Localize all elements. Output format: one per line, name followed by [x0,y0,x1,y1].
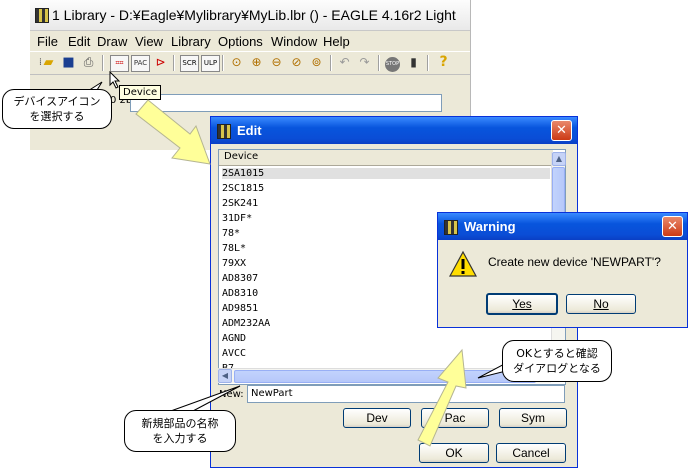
script-icon[interactable]: SCR [180,55,199,72]
callout-line: 新規部品の名称 [141,417,219,430]
warning-dialog: Warning ✕ Create new device 'NEWPART'? Y… [437,212,688,328]
horizontal-scroll-thumb[interactable] [234,370,536,383]
ok-button[interactable]: OK [419,443,489,463]
eagle-app-icon [444,220,458,235]
menu-view[interactable]: View [135,34,163,49]
callout-device-icon: デバイスアイコン を選択する [2,89,112,129]
mouse-cursor-icon [109,71,121,89]
callout-line: を選択する [29,110,85,123]
callout-line: ダイアログとなる [513,362,601,375]
yes-button[interactable]: Yes [486,293,558,315]
undo-icon[interactable]: ↶ [336,54,353,71]
cancel-button[interactable]: Cancel [496,443,566,463]
new-name-value: NewPart [251,388,293,399]
list-item[interactable]: AGND [222,333,246,344]
scroll-up-icon[interactable]: ▲ [552,152,566,166]
warning-triangle-icon [449,250,477,277]
symbol-icon[interactable]: ⊳ [152,54,169,71]
callout-ok-confirm: OKとすると確認 ダイアログとなる [502,340,612,382]
list-item[interactable]: ADM232AA [222,318,270,329]
redo-icon[interactable]: ↷ [356,54,373,71]
main-window-title: 1 Library - D:¥Eagle¥Mylibrary¥MyLib.lbr… [52,7,456,23]
menu-draw[interactable]: Draw [97,34,127,49]
new-name-input[interactable]: NewPart [247,385,565,403]
no-button[interactable]: No [566,294,636,314]
menu-window[interactable]: Window [271,34,317,49]
stop-icon[interactable]: STOP [384,54,401,72]
list-item[interactable]: AVCC [222,348,246,359]
menubar: File Edit Draw View Library Options Wind… [30,31,470,51]
scroll-left-icon[interactable]: ◀ [218,369,232,383]
command-line-input[interactable] [130,94,442,112]
sym-button[interactable]: Sym [499,408,567,428]
list-item[interactable]: 78L* [222,243,246,254]
toolbar: ⁞ ▰ ■ ⎙ ⌗⌗ PAC ⊳ SCR ULP ⊙ ⊕ ⊖ ⊘ ⊚ ↶ ↷ S… [30,51,470,75]
list-item[interactable]: AD8307 [222,273,258,284]
package-icon[interactable]: PAC [131,55,150,72]
column-header-label: Device [224,151,259,162]
save-disk-icon[interactable]: ■ [60,54,77,71]
list-item[interactable]: 31DF* [222,213,252,224]
close-icon[interactable]: ✕ [551,120,572,141]
device-tooltip: Device [119,85,162,100]
callout-new-name: 新規部品の名称 を入力する [124,410,236,452]
zoom-out-icon[interactable]: ⊖ [268,54,285,71]
warning-message: Create new device 'NEWPART'? [488,255,661,269]
pac-button[interactable]: Pac [421,408,489,428]
go-icon[interactable]: ▮ [405,54,422,71]
open-folder-icon[interactable]: ▰ [40,54,57,71]
menu-edit[interactable]: Edit [68,34,90,49]
toolbar-separator [222,55,224,71]
list-item[interactable]: 2SC1815 [222,183,264,194]
toolbar-separator [173,55,175,71]
new-name-label: New: [219,389,244,400]
warning-dialog-titlebar: Warning ✕ [438,213,687,240]
eagle-app-icon [35,8,49,23]
list-item[interactable]: 79XX [222,258,246,269]
zoom-in-icon[interactable]: ⊕ [248,54,265,71]
callout-line: デバイスアイコン [13,95,101,108]
ulp-icon[interactable]: ULP [201,55,220,72]
no-button-label: No [593,297,609,311]
menu-file[interactable]: File [37,34,58,49]
callout-line: OKとすると確認 [516,347,598,360]
list-item[interactable]: AD8310 [222,288,258,299]
dev-button[interactable]: Dev [343,408,411,428]
device-column-header[interactable]: Device [219,150,553,166]
callout-line: を入力する [152,432,208,445]
edit-dialog-titlebar: Edit ✕ [211,117,577,144]
eagle-app-icon [217,124,231,139]
zoom-select-icon[interactable]: ⊚ [308,54,325,71]
warning-dialog-title: Warning [464,219,516,234]
close-icon[interactable]: ✕ [662,216,683,237]
zoom-redraw-icon[interactable]: ⊘ [288,54,305,71]
yes-button-label: Yes [512,297,532,311]
print-icon[interactable]: ⎙ [80,54,97,71]
device-icon[interactable]: ⌗⌗ [110,55,129,72]
help-icon[interactable]: ? [435,54,452,71]
list-item[interactable]: 2SA1015 [222,168,550,179]
main-titlebar: 1 Library - D:¥Eagle¥Mylibrary¥MyLib.lbr… [30,0,470,31]
list-item[interactable]: AD9851 [222,303,258,314]
zoom-fit-icon[interactable]: ⊙ [228,54,245,71]
menu-help[interactable]: Help [323,34,350,49]
edit-dialog-title: Edit [237,123,262,138]
menu-library[interactable]: Library [171,34,211,49]
toolbar-separator [427,55,429,71]
list-item[interactable]: 78* [222,228,240,239]
menu-options[interactable]: Options [218,34,263,49]
list-item[interactable]: 2SK241 [222,198,258,209]
toolbar-separator [378,55,380,71]
toolbar-separator [102,55,104,71]
toolbar-separator [330,55,332,71]
